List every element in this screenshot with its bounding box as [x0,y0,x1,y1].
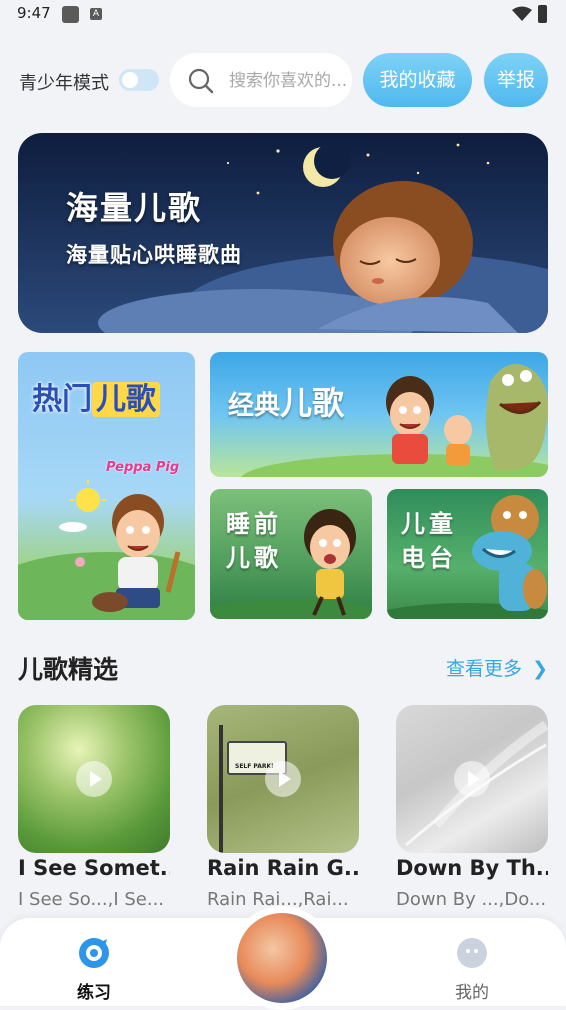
song-thumbnail: SELF PARKI [207,705,359,853]
section-title: 儿歌精选 [18,655,119,684]
play-icon[interactable] [265,761,301,797]
peppa-pig-logo: Peppa Pig [106,460,180,475]
category-tile-kids-radio[interactable]: 儿童电台 [387,489,548,619]
kids-radio-label: 儿童电台 [401,510,457,572]
song-title: Down By Th... [396,856,548,880]
banner-illustration [18,133,548,333]
category-tile-hot-songs[interactable]: 热门 儿歌 Peppa Pig [18,352,195,620]
song-subtitle: Down By ...,Do... [396,889,547,910]
wifi-icon [512,6,532,21]
song-title: Rain Rain G... [207,856,359,880]
notification-square-icon [62,6,79,23]
song-title: I See Somet... [18,856,170,880]
see-more-link[interactable]: 查看更多 ❯ [446,654,548,681]
battery-icon [538,5,547,23]
category-tile-bedtime-songs[interactable]: 睡前儿歌 [210,489,372,619]
category-tile-classic-songs[interactable]: 经典儿歌 [210,352,548,477]
teen-mode-toggle[interactable] [119,69,159,91]
search-bar[interactable] [170,53,353,107]
nav-practice-label: 练习 [77,983,111,1003]
banner-subtitle: 海量贴心哄睡歌曲 [66,243,242,267]
hot-songs-label: 热门 儿歌 [32,374,160,418]
nav-mine[interactable]: 我的 [432,936,512,1003]
nav-practice[interactable]: 练习 [54,936,134,1003]
report-button[interactable]: 举报 [484,53,548,107]
my-favorites-button[interactable]: 我的收藏 [363,53,472,107]
now-playing-artwork [237,913,327,1003]
status-time: 9:47 [17,4,51,22]
practice-icon [79,938,109,968]
nav-mine-label: 我的 [455,983,489,1003]
status-bar: 9:47 A [0,0,566,30]
song-subtitle: I See So...,I Se... [18,889,165,910]
search-input[interactable] [227,66,353,96]
sign-pole [219,725,223,853]
hero-banner[interactable]: 海量儿歌 海量贴心哄睡歌曲 [18,133,548,333]
play-icon[interactable] [454,761,490,797]
song-thumbnail [18,705,170,853]
profile-icon [457,938,487,968]
section-header-featured: 儿歌精选 查看更多 ❯ [18,648,548,688]
toggle-knob [122,72,138,88]
notification-a-icon: A [90,8,102,20]
teen-mode-label: 青少年模式 [19,73,109,94]
banner-title: 海量儿歌 [66,189,203,227]
bedtime-songs-label: 睡前儿歌 [226,510,282,572]
search-icon [188,68,214,94]
play-icon[interactable] [76,761,112,797]
top-toolbar: 青少年模式 我的收藏 举报 [0,52,566,108]
bottom-navigation: 练习 我的 [0,906,566,1010]
chevron-right-icon: ❯ [532,658,548,680]
song-thumbnail [396,705,548,853]
classic-songs-label: 经典儿歌 [228,384,345,422]
center-play-button[interactable] [230,906,334,1010]
